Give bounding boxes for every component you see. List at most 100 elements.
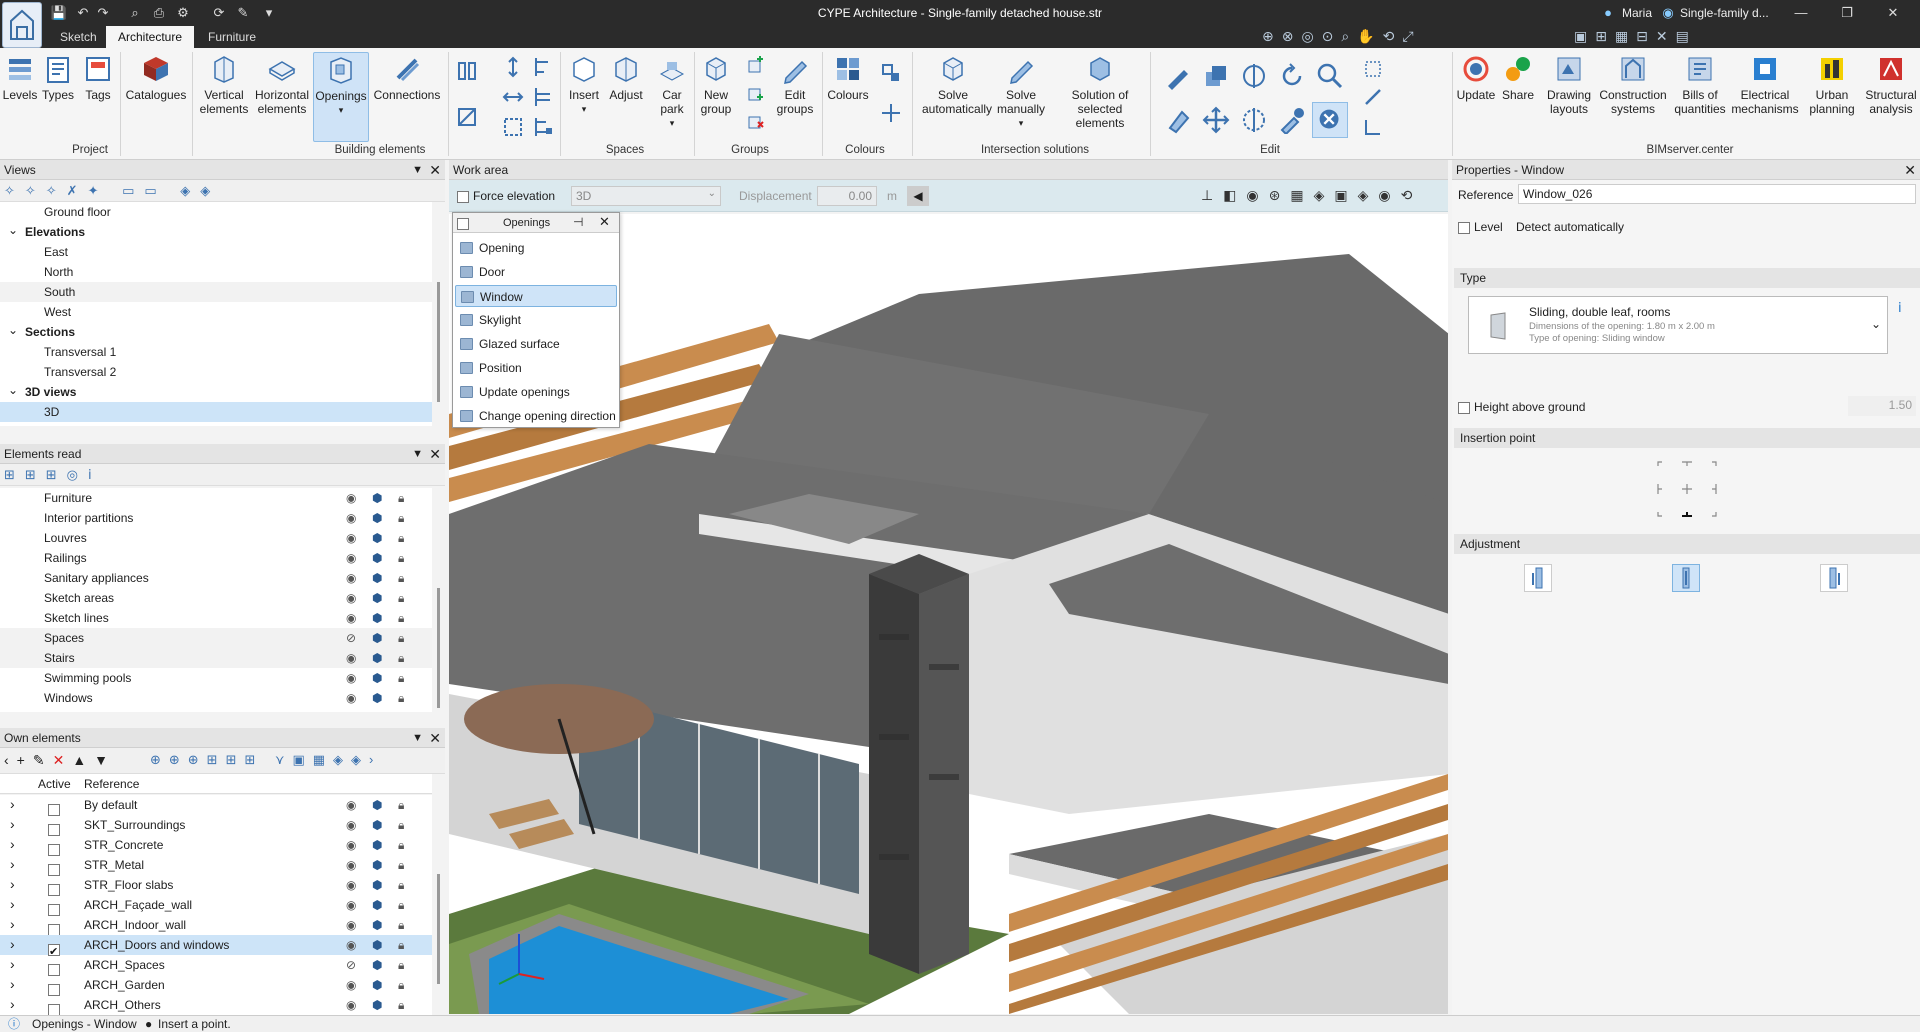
openings-menu-item[interactable]: Skylight [455, 309, 617, 331]
view-navigation-icons[interactable]: ⊕⊗◎⊙⌕✋⟲⤢ [1262, 28, 1422, 45]
eye-icon[interactable]: ◉ [346, 568, 356, 588]
table-row[interactable]: › ARCH_Indoor_wall ◉ ⬢ 🔒︎ [0, 914, 432, 936]
cube-icon[interactable]: ⬢ [372, 815, 382, 835]
table-row[interactable]: › SKT_Surroundings ◉ ⬢ 🔒︎ [0, 815, 432, 836]
elements-read-item[interactable]: Interior partitions ◉ ⬢ 🔒︎ [0, 508, 432, 528]
edit-extra-1-icon[interactable] [1362, 58, 1384, 80]
lock-icon[interactable]: 🔒︎ [398, 648, 404, 668]
visibility-controls[interactable]: ◉ ⬢ 🔒︎ [346, 611, 416, 625]
visibility-controls[interactable]: ◉ ⬢ 🔒︎ [346, 898, 416, 912]
views-item[interactable]: Ground floor [0, 202, 432, 222]
views-item[interactable]: South [0, 282, 432, 302]
elements-read-item[interactable]: Railings ◉ ⬢ 🔒︎ [0, 548, 432, 568]
openings-menu-item[interactable]: Door [455, 261, 617, 283]
undo-icon[interactable]: ↶ [74, 4, 92, 22]
views-group[interactable]: ⌄ Elevations [0, 222, 432, 242]
close-elements-read-icon[interactable]: ✕ [429, 444, 441, 464]
chevron-right-icon[interactable]: › [10, 854, 15, 874]
openings-menu-item[interactable]: Window [455, 285, 617, 307]
cube-icon[interactable]: ⬢ [372, 608, 382, 628]
redo-icon[interactable]: ↷ [94, 4, 112, 22]
lock-icon[interactable]: 🔒︎ [398, 795, 404, 815]
search-icon[interactable] [1316, 62, 1344, 90]
visibility-controls[interactable]: ◉ ⬢ 🔒︎ [346, 651, 416, 665]
customize-menu-icon[interactable]: ▾ [260, 4, 278, 22]
cube-icon[interactable]: ⬢ [372, 975, 382, 995]
eye-icon[interactable]: ◉ [346, 488, 356, 508]
cube-icon[interactable]: ⬢ [372, 895, 382, 915]
horizontal-arrow-icon[interactable] [502, 86, 524, 108]
lock-icon[interactable]: 🔒︎ [398, 895, 404, 915]
solution-selected-button[interactable]: Solution of selected elements [1058, 54, 1142, 130]
eye-icon[interactable]: ◉ [346, 608, 356, 628]
close-menu-icon[interactable]: ✕ [599, 214, 610, 230]
cube-icon[interactable]: ⬢ [372, 688, 382, 708]
render-mode-icons[interactable]: ⊥◧◉⊛▦◈▣◈◉⟲ [1201, 187, 1422, 204]
visibility-controls[interactable]: ◉ ⬢ 🔒︎ [346, 691, 416, 705]
print-icon[interactable]: ⎙ [150, 4, 168, 22]
elements-read-item[interactable]: Spaces ⊘ ⬢ 🔒︎ [0, 628, 432, 648]
own-elements-view-icons[interactable]: ⊕⊕⊕⊞⊞⊞ ⋎▣▦◈◈› [150, 752, 381, 768]
tab-architecture[interactable]: Architecture [106, 26, 195, 48]
collapse-icon[interactable]: ▼ [412, 444, 423, 464]
elements-read-tool-icons[interactable]: ⊞⊞⊞◎ⅰ [4, 467, 102, 483]
eye-icon[interactable]: ⊘ [346, 628, 356, 648]
zoom-icon[interactable]: ⌕ [126, 4, 144, 22]
chevron-right-icon[interactable]: › [10, 914, 15, 934]
lock-icon[interactable]: 🔒︎ [398, 875, 404, 895]
menu-toggle-checkbox[interactable] [457, 216, 469, 230]
eye-icon[interactable]: ◉ [346, 795, 356, 815]
visibility-controls[interactable]: ◉ ⬢ 🔒︎ [346, 858, 416, 872]
eye-icon[interactable]: ◉ [346, 875, 356, 895]
catalogues-button[interactable]: Catalogues [124, 54, 188, 102]
lock-icon[interactable]: 🔒︎ [398, 815, 404, 835]
pencil-icon[interactable] [1164, 62, 1192, 90]
insert-space-button[interactable]: Insert ▾ [564, 54, 604, 116]
adjust-space-button[interactable]: Adjust [606, 54, 646, 102]
mirror-icon[interactable] [1240, 62, 1268, 90]
horizontal-elements-button[interactable]: Horizontal elements [254, 54, 310, 116]
edit-extra-3-icon[interactable] [1362, 116, 1384, 138]
table-row[interactable]: › ARCH_Doors and windows ◉ ⬢ 🔒︎ [0, 935, 432, 962]
group-add-icon[interactable] [744, 54, 766, 76]
chevron-right-icon[interactable]: › [10, 894, 15, 914]
eraser-icon[interactable] [1164, 106, 1192, 134]
vertical-elements-button[interactable]: Vertical elements [196, 54, 252, 116]
visibility-controls[interactable]: ◉ ⬢ 🔒︎ [346, 878, 416, 892]
cube-icon[interactable]: ⬢ [372, 995, 382, 1015]
collapse-icon[interactable]: ▼ [412, 728, 423, 748]
views-item[interactable]: East [0, 242, 432, 262]
electrical-mechanisms-button[interactable]: Electrical mechanisms [1730, 54, 1800, 116]
cube-icon[interactable]: ⬢ [372, 588, 382, 608]
selection-box-icon[interactable] [502, 116, 524, 138]
cube-icon[interactable]: ⬢ [372, 528, 382, 548]
chevron-down-icon[interactable]: ⌄ [8, 380, 18, 400]
lock-icon[interactable]: 🔒︎ [398, 588, 404, 608]
chevron-down-icon[interactable]: ⌄ [8, 320, 18, 340]
move-icon[interactable] [1202, 106, 1230, 134]
level-checkbox[interactable] [1458, 220, 1470, 234]
save-icon[interactable]: 💾 [50, 4, 68, 22]
views-item[interactable]: Transversal 1 [0, 342, 432, 362]
lock-icon[interactable]: 🔒︎ [398, 935, 404, 955]
eye-icon[interactable]: ◉ [346, 588, 356, 608]
cube-icon[interactable]: ⬢ [372, 855, 382, 875]
openings-menu-item[interactable]: Update openings [455, 381, 617, 403]
arrow-back-icon[interactable]: ◀ [907, 186, 929, 206]
chevron-right-icon[interactable]: › [10, 795, 15, 814]
visibility-controls[interactable]: ◉ ⬢ 🔒︎ [346, 591, 416, 605]
cube-icon[interactable]: ⬢ [372, 648, 382, 668]
group-add-element-icon[interactable] [744, 82, 766, 104]
views-item[interactable]: Transversal 2 [0, 362, 432, 382]
elements-read-item[interactable]: Swimming pools ◉ ⬢ 🔒︎ [0, 668, 432, 688]
refresh-icon[interactable]: ⟳ [210, 4, 228, 22]
cube-icon[interactable]: ⬢ [372, 548, 382, 568]
elements-read-item[interactable]: Sanitary appliances ◉ ⬢ 🔒︎ [0, 568, 432, 588]
cube-icon[interactable]: ⬢ [372, 508, 382, 528]
new-group-button[interactable]: New group [696, 54, 736, 116]
reference-input[interactable]: Window_026 [1518, 184, 1916, 204]
lock-icon[interactable]: 🔒︎ [398, 668, 404, 688]
delete-element-button[interactable] [1312, 102, 1348, 138]
bills-of-quantities-button[interactable]: Bills of quantities [1672, 54, 1728, 116]
chevron-right-icon[interactable]: › [10, 834, 15, 854]
